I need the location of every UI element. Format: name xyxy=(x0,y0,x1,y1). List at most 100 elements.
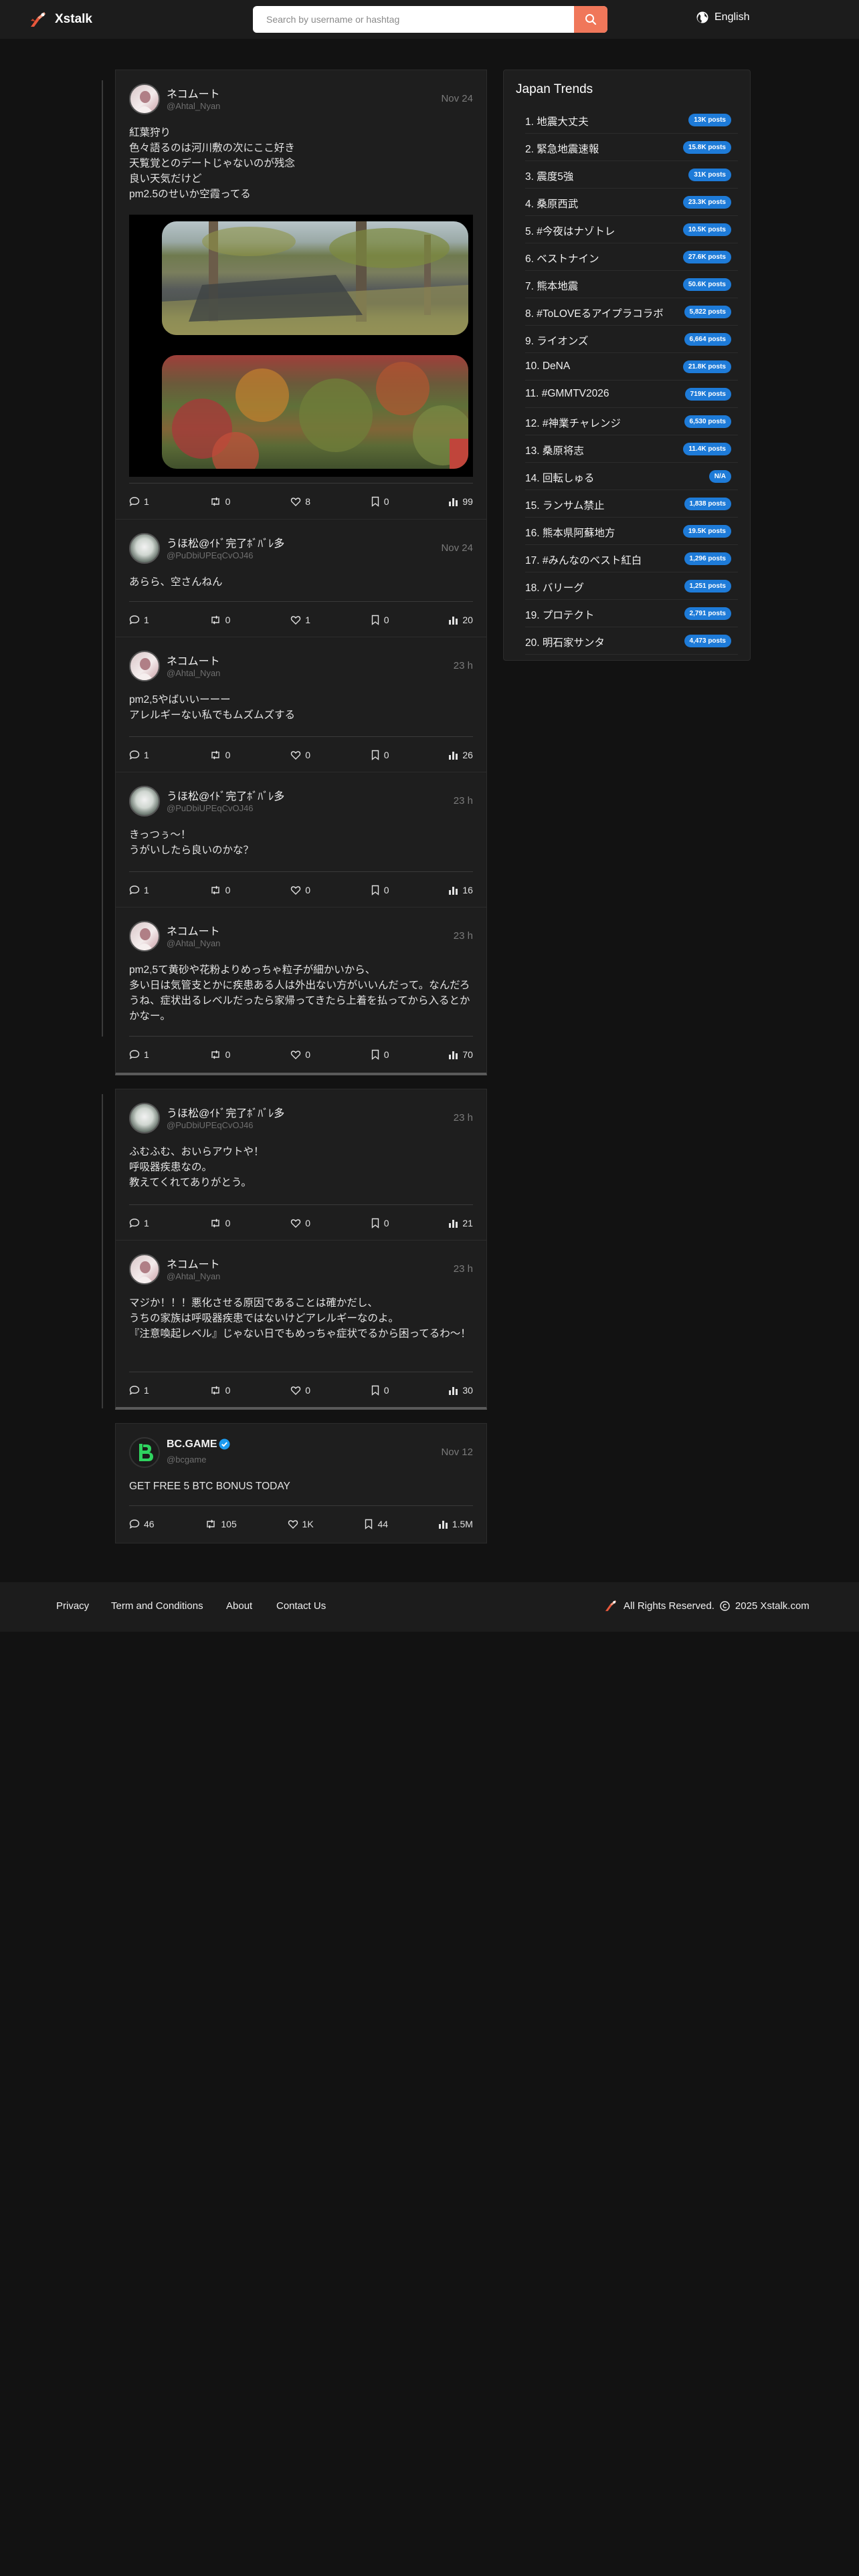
trend-item[interactable]: 17. #みんなのベスト紅白 1,296 posts xyxy=(525,545,738,572)
user-name[interactable]: うほ松@ｲﾄﾞ完了ﾎﾞﾊﾞﾚ多 xyxy=(167,534,284,550)
bookmark-button[interactable]: 0 xyxy=(371,496,389,507)
user-handle[interactable]: @Ahtal_Nyan xyxy=(167,668,220,678)
language-selector[interactable]: English xyxy=(696,11,749,24)
repost-button[interactable]: 0 xyxy=(209,750,230,760)
user-handle[interactable]: @PuDbiUPEqCvOJ46 xyxy=(167,1120,254,1130)
reply-button[interactable]: 1 xyxy=(129,885,149,895)
like-button[interactable]: 0 xyxy=(290,885,310,895)
post[interactable]: BC.GAME @bcgame Nov 12 GET FREE 5 BTC BO… xyxy=(116,1424,486,1543)
trend-item[interactable]: 9. ライオンズ 6,664 posts xyxy=(525,326,738,353)
reply-button[interactable]: 1 xyxy=(129,615,149,625)
repost-button[interactable]: 0 xyxy=(209,1218,230,1228)
repost-button[interactable]: 0 xyxy=(209,1049,230,1060)
trend-item[interactable]: 18. バリーグ 1,251 posts xyxy=(525,572,738,600)
bookmark-button[interactable]: 0 xyxy=(371,1049,389,1060)
user-handle[interactable]: @Ahtal_Nyan xyxy=(167,1271,220,1281)
user-name[interactable]: ネコムート xyxy=(167,85,220,101)
reply-button[interactable]: 1 xyxy=(129,1049,149,1060)
post[interactable]: ネコムート @Ahtal_Nyan 23 h マジか！！！悪化させる原因であるこ… xyxy=(116,1241,486,1408)
bookmark-button[interactable]: 44 xyxy=(364,1519,388,1529)
bookmark-button[interactable]: 0 xyxy=(371,750,389,760)
trend-item[interactable]: 12. #神業チャレンジ 6,530 posts xyxy=(525,408,738,435)
user-name[interactable]: BC.GAME xyxy=(167,1438,217,1451)
bookmark-button[interactable]: 0 xyxy=(371,1218,389,1228)
post[interactable]: ネコムート @Ahtal_Nyan 23 h pm2,5て黄砂や花粉よりめっちゃ… xyxy=(116,907,486,1073)
like-button[interactable]: 0 xyxy=(290,750,310,760)
trend-item[interactable]: 1. 地震大丈夫 13K posts xyxy=(525,106,738,134)
site-logo[interactable]: Xstalk xyxy=(28,9,92,29)
reply-count: 1 xyxy=(144,1217,149,1228)
avatar[interactable] xyxy=(129,533,160,564)
trend-item[interactable]: 5. #今夜はナゾトレ 10.5K posts xyxy=(525,216,738,243)
like-button[interactable]: 8 xyxy=(290,496,310,507)
trend-item[interactable]: 13. 桑原将志 11.4K posts xyxy=(525,435,738,463)
post[interactable]: ネコムート @Ahtal_Nyan 23 h pm2,5やばいいーーー アレルギ… xyxy=(116,637,486,772)
footer-link-terms[interactable]: Term and Conditions xyxy=(111,1600,203,1612)
footer-link-privacy[interactable]: Privacy xyxy=(56,1600,89,1612)
like-button[interactable]: 1 xyxy=(290,615,310,625)
logo-icon xyxy=(605,1600,617,1612)
trend-item[interactable]: 10. DeNA 21.8K posts xyxy=(525,353,738,381)
trend-item[interactable]: 19. プロテクト 2,791 posts xyxy=(525,600,738,627)
like-button[interactable]: 0 xyxy=(290,1049,310,1060)
reply-button[interactable]: 1 xyxy=(129,1218,149,1228)
trend-item[interactable]: 2. 緊急地震速報 15.8K posts xyxy=(525,134,738,161)
footer-link-about[interactable]: About xyxy=(226,1600,252,1612)
bookmark-button[interactable]: 0 xyxy=(371,885,389,895)
photo[interactable] xyxy=(162,355,468,469)
trend-item[interactable]: 20. 明石家サンタ 4,473 posts xyxy=(525,627,738,655)
post[interactable]: ネコムート @Ahtal_Nyan Nov 24 紅葉狩り 色々語るのは河川敷の… xyxy=(116,70,486,520)
like-button[interactable]: 0 xyxy=(290,1385,310,1396)
footer-link-contact[interactable]: Contact Us xyxy=(276,1600,326,1612)
search-button[interactable] xyxy=(574,6,607,33)
trend-item[interactable]: 8. #ToLOVEるアイプラコラボ 5,822 posts xyxy=(525,298,738,326)
user-handle[interactable]: @PuDbiUPEqCvOJ46 xyxy=(167,803,254,813)
avatar[interactable] xyxy=(129,651,160,681)
globe-icon xyxy=(696,11,708,23)
user-name[interactable]: ネコムート xyxy=(167,652,220,668)
user-name[interactable]: うほ松@ｲﾄﾞ完了ﾎﾞﾊﾞﾚ多 xyxy=(167,787,284,803)
avatar[interactable] xyxy=(129,1437,160,1468)
avatar[interactable] xyxy=(129,1103,160,1134)
trend-item[interactable]: 6. ベストナイン 27.6K posts xyxy=(525,243,738,271)
like-button[interactable]: 0 xyxy=(290,1218,310,1228)
reply-button[interactable]: 1 xyxy=(129,1385,149,1396)
bookmark-button[interactable]: 0 xyxy=(371,615,389,625)
trend-label: 2. 緊急地震速報 xyxy=(525,144,599,155)
trend-item[interactable]: 3. 震度5強 31K posts xyxy=(525,161,738,189)
trend-item[interactable]: 16. 熊本県阿蘇地方 19.5K posts xyxy=(525,518,738,545)
avatar[interactable] xyxy=(129,921,160,952)
post[interactable]: うほ松@ｲﾄﾞ完了ﾎﾞﾊﾞﾚ多 @PuDbiUPEqCvOJ46 Nov 24 … xyxy=(116,520,486,637)
trend-item[interactable]: 4. 桑原西武 23.3K posts xyxy=(525,189,738,216)
trend-item[interactable]: 15. ランサム禁止 1,838 posts xyxy=(525,490,738,518)
user-name[interactable]: うほ松@ｲﾄﾞ完了ﾎﾞﾊﾞﾚ多 xyxy=(167,1104,284,1120)
trend-item[interactable]: 7. 熊本地震 50.6K posts xyxy=(525,271,738,298)
reply-button[interactable]: 1 xyxy=(129,496,149,507)
bookmark-button[interactable]: 0 xyxy=(371,1385,389,1396)
trend-item[interactable]: 11. #GMMTV2026 719K posts xyxy=(525,381,738,408)
user-name[interactable]: ネコムート xyxy=(167,1255,220,1271)
post-media[interactable] xyxy=(129,215,473,477)
reply-button[interactable]: 46 xyxy=(129,1519,155,1529)
reply-button[interactable]: 1 xyxy=(129,750,149,760)
like-button[interactable]: 1K xyxy=(288,1519,314,1529)
repost-icon xyxy=(211,1386,219,1394)
repost-button[interactable]: 0 xyxy=(209,615,230,625)
repost-button[interactable]: 0 xyxy=(209,885,230,895)
post[interactable]: うほ松@ｲﾄﾞ完了ﾎﾞﾊﾞﾚ多 @PuDbiUPEqCvOJ46 23 h きっ… xyxy=(116,772,486,907)
user-name[interactable]: ネコムート xyxy=(167,922,220,938)
repost-button[interactable]: 0 xyxy=(209,1385,230,1396)
repost-button[interactable]: 0 xyxy=(209,496,230,507)
user-handle[interactable]: @PuDbiUPEqCvOJ46 xyxy=(167,550,254,560)
user-handle[interactable]: @Ahtal_Nyan xyxy=(167,938,220,948)
avatar[interactable] xyxy=(129,84,160,114)
search-input[interactable] xyxy=(253,6,574,33)
avatar[interactable] xyxy=(129,1254,160,1285)
avatar[interactable] xyxy=(129,786,160,817)
photo[interactable] xyxy=(162,221,468,335)
user-handle[interactable]: @Ahtal_Nyan xyxy=(167,101,220,111)
trend-item[interactable]: 14. 回転しゅる N/A xyxy=(525,463,738,490)
repost-button[interactable]: 105 xyxy=(205,1519,237,1529)
user-handle[interactable]: @bcgame xyxy=(167,1455,206,1465)
post[interactable]: うほ松@ｲﾄﾞ完了ﾎﾞﾊﾞﾚ多 @PuDbiUPEqCvOJ46 23 h ふむ… xyxy=(116,1089,486,1241)
